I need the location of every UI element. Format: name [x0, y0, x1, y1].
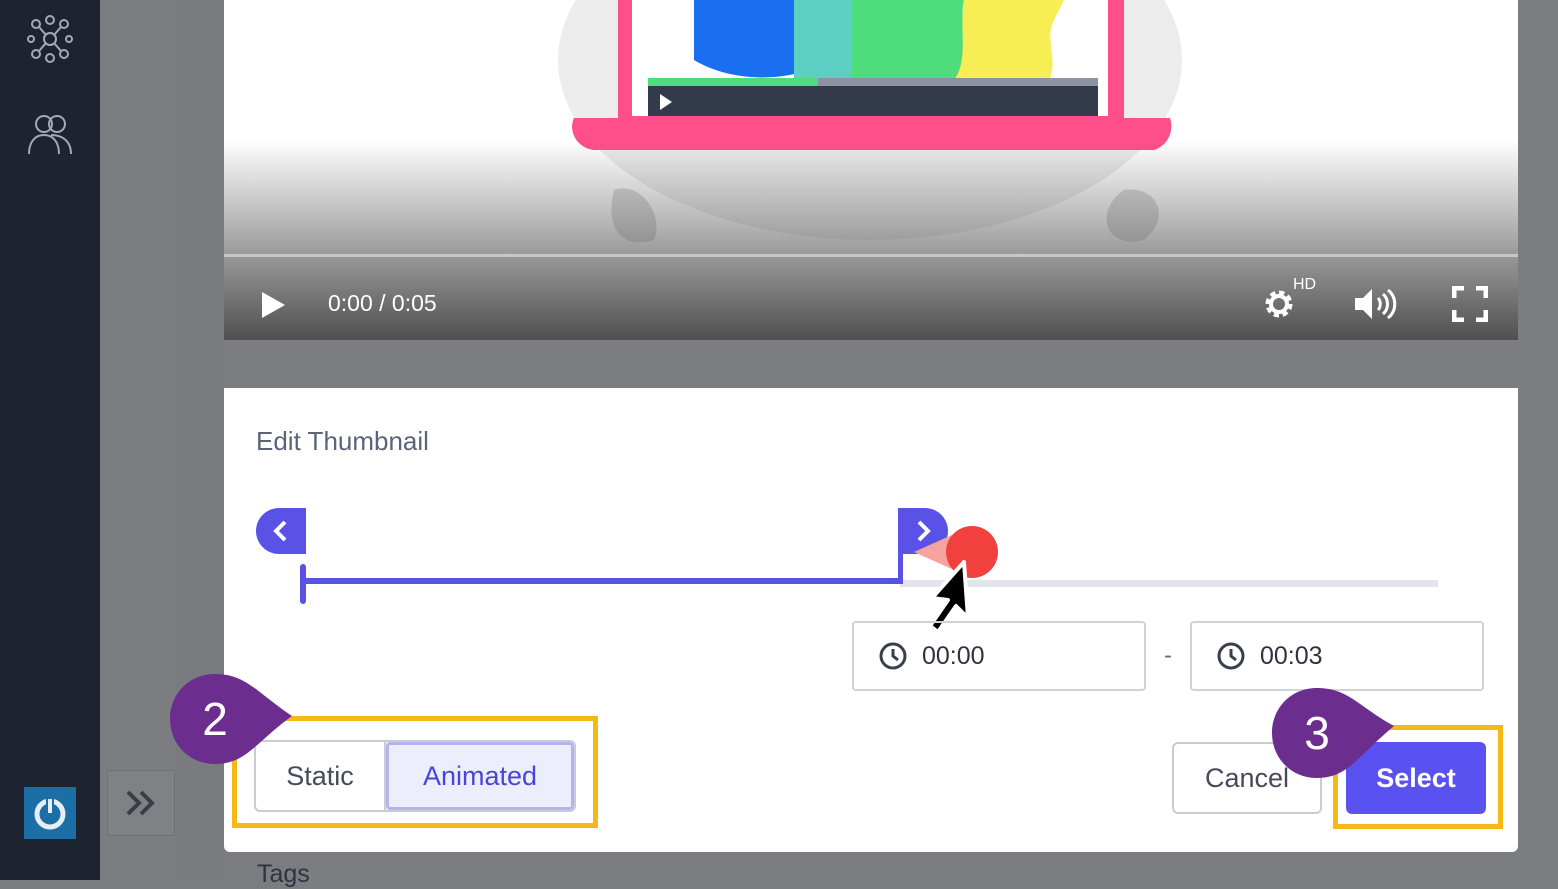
expand-sidebar-button[interactable] — [107, 770, 175, 836]
step-callout-3: 3 — [1270, 686, 1394, 780]
range-start-handle[interactable] — [256, 508, 306, 554]
time-range-separator: - — [1164, 642, 1172, 669]
selected-range — [302, 578, 902, 584]
hd-badge: HD — [1293, 276, 1317, 293]
fullscreen-icon — [1451, 285, 1489, 323]
volume-icon — [1355, 288, 1397, 320]
video-time-display: 0:00 / 0:05 — [328, 290, 437, 316]
chevron-left-icon — [273, 520, 287, 542]
clock-icon — [1217, 642, 1245, 670]
volume-button[interactable] — [1352, 286, 1400, 327]
play-button[interactable] — [258, 290, 288, 325]
step-number: 3 — [1304, 707, 1330, 759]
step-callout-2: 2 — [168, 672, 292, 766]
start-time-field[interactable]: 00:00 — [852, 621, 1146, 691]
range-start-marker — [300, 564, 306, 604]
video-player[interactable]: 0:00 / 0:05 HD — [224, 0, 1518, 340]
play-icon — [262, 292, 285, 318]
tags-section-label: Tags — [257, 860, 310, 888]
end-time-field[interactable]: 00:03 — [1190, 621, 1484, 691]
power-button[interactable] — [24, 787, 76, 839]
animated-option[interactable]: Animated — [386, 742, 574, 810]
step-number: 2 — [202, 693, 228, 745]
users-icon[interactable] — [25, 108, 75, 158]
sidebar — [0, 0, 100, 880]
panel-title: Edit Thumbnail — [256, 426, 429, 456]
double-chevron-right-icon — [126, 790, 155, 816]
power-icon — [34, 797, 66, 830]
end-time-value: 00:03 — [1260, 641, 1323, 670]
edit-thumbnail-panel: Edit Thumbnail 00:00 - 00:03 Static Anim… — [224, 388, 1518, 852]
drag-indicator — [914, 526, 998, 632]
start-time-value: 00:00 — [922, 641, 985, 670]
video-progress-bar[interactable] — [224, 254, 1518, 257]
clock-icon — [879, 642, 907, 670]
network-icon[interactable] — [25, 14, 75, 64]
fullscreen-button[interactable] — [1451, 285, 1489, 327]
